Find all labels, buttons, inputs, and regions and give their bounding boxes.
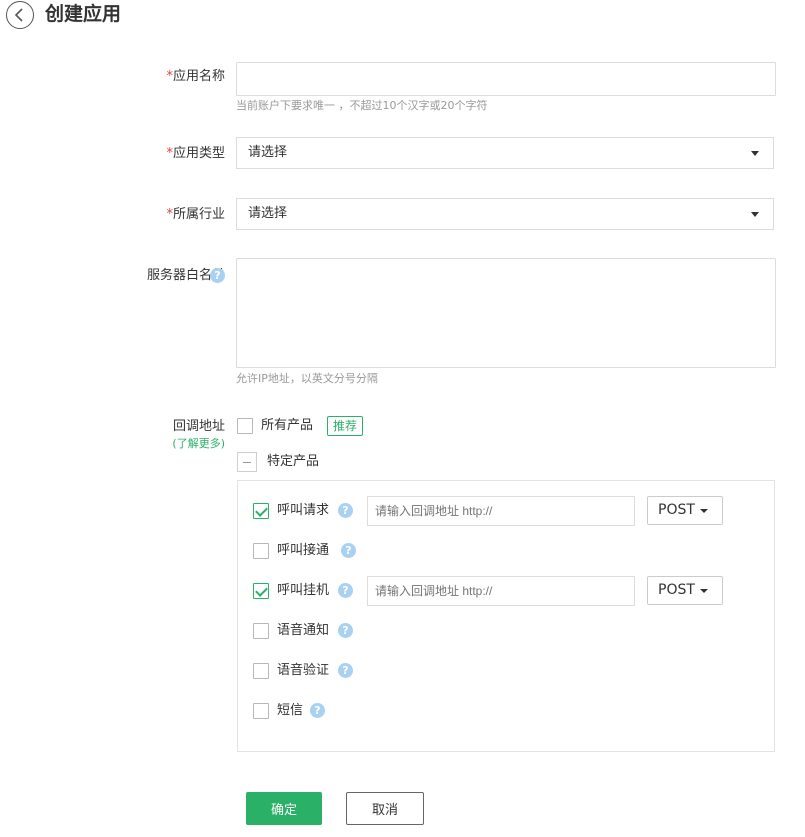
back-button[interactable] [6,1,34,29]
whitelist-textarea[interactable] [236,258,776,368]
voice-verify-label: 语音验证 [277,663,330,678]
question-icon[interactable]: ? [338,663,353,678]
industry-label: *所属行业 [166,207,225,222]
call-connected-checkbox[interactable] [253,543,269,559]
question-icon[interactable]: ? [210,268,225,283]
question-icon[interactable]: ? [338,503,353,518]
page-title: 创建应用 [45,3,122,25]
call-connected-label: 呼叫接通 [277,543,330,558]
learn-more-link[interactable]: (了解更多) [172,437,225,451]
call-request-label: 呼叫请求 [277,503,330,518]
caret-down-icon [700,589,708,593]
industry-select[interactable]: 请选择 [236,198,774,230]
specific-products-checkbox[interactable] [237,452,257,472]
question-icon[interactable]: ? [341,543,356,558]
confirm-button[interactable]: 确定 [246,792,322,825]
call-hangup-checkbox[interactable] [253,583,269,599]
caret-down-icon [751,151,759,156]
caret-down-icon [751,212,759,217]
app-type-label: *应用类型 [166,146,225,161]
question-icon[interactable]: ? [338,583,353,598]
callback-label: 回调地址 [172,419,225,434]
cancel-button[interactable]: 取消 [346,792,424,825]
specific-products-label: 特定产品 [267,454,320,469]
caret-down-icon [700,509,708,513]
method-value: POST [658,502,695,518]
call-hangup-label: 呼叫挂机 [277,583,330,598]
voice-notify-checkbox[interactable] [253,623,269,639]
industry-value: 请选择 [248,206,288,221]
app-type-select[interactable]: 请选择 [236,137,774,169]
sms-checkbox[interactable] [253,703,269,719]
app-name-hint: 当前账户下要求唯一 ，不超过10个汉字或20个字符 [236,99,488,112]
sms-label: 短信 [277,703,304,718]
voice-verify-checkbox[interactable] [253,663,269,679]
call-request-checkbox[interactable] [253,503,269,519]
call-request-method-dropdown[interactable]: POST [647,496,723,525]
method-value: POST [658,582,695,598]
all-products-label: 所有产品 [261,418,314,433]
whitelist-hint: 允许IP地址，以英文分号分隔 [236,372,378,385]
voice-notify-label: 语音通知 [277,623,330,638]
all-products-checkbox[interactable] [237,418,253,434]
app-name-label: *应用名称 [166,69,225,84]
call-hangup-url-input[interactable] [367,576,635,606]
chevron-left-icon [14,8,23,22]
question-icon[interactable]: ? [338,623,353,638]
app-type-value: 请选择 [248,145,288,160]
call-hangup-method-dropdown[interactable]: POST [647,576,723,605]
question-icon[interactable]: ? [310,703,325,718]
recommend-tag: 推荐 [327,416,364,436]
call-request-url-input[interactable] [367,496,635,526]
app-name-input[interactable] [236,62,776,96]
